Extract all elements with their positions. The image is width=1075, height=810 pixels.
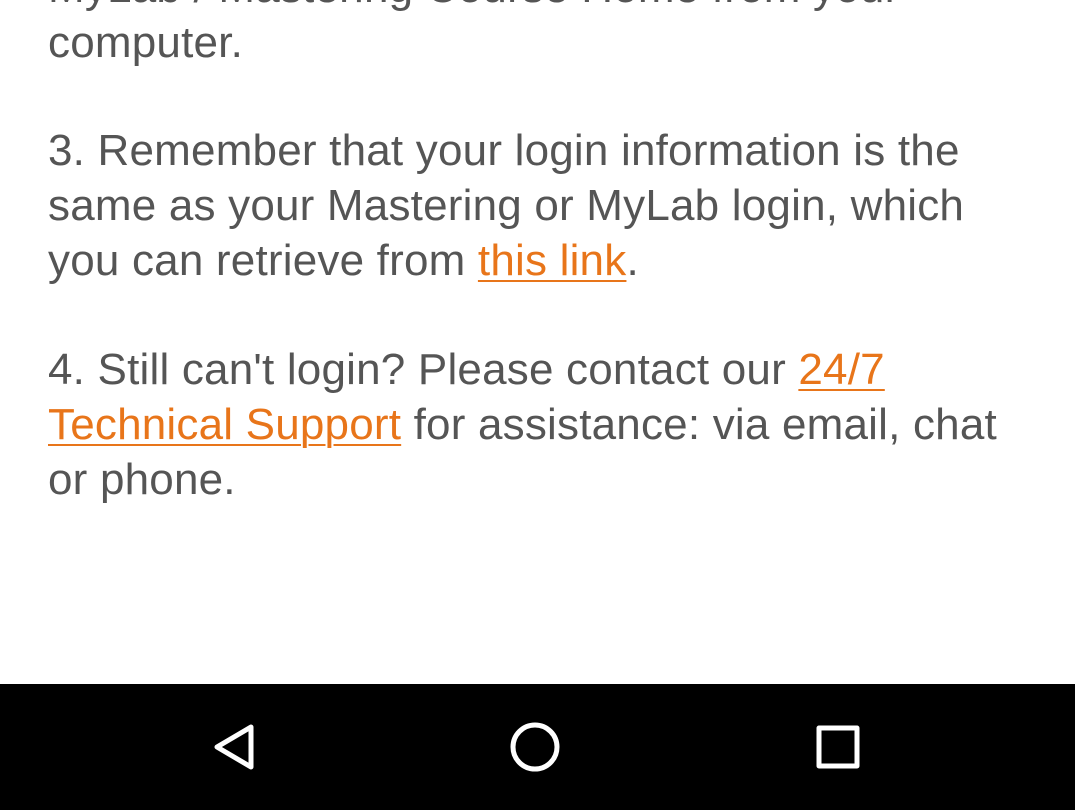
home-circle-icon: [510, 722, 560, 772]
recents-button[interactable]: [805, 714, 871, 780]
step-2-tail-line-1: MyLab / Mastering Course Home from your: [48, 0, 899, 12]
step-4-paragraph: 4. Still can't login? Please contact our…: [48, 342, 1038, 507]
recents-square-icon: [816, 725, 860, 769]
home-button[interactable]: [502, 714, 568, 780]
step-3-end: .: [626, 236, 639, 285]
step-3-paragraph: 3. Remember that your login information …: [48, 123, 1038, 288]
instructions-content: MyLab / Mastering Course Home from your …: [0, 0, 1075, 684]
back-triangle-icon: [214, 724, 254, 770]
step-4-text: 4. Still can't login? Please contact our: [48, 345, 799, 394]
step-2-tail-line-2: computer.: [48, 18, 244, 67]
this-link[interactable]: this link: [478, 236, 627, 285]
back-button[interactable]: [201, 714, 267, 780]
step-2-tail: MyLab / Mastering Course Home from your …: [48, 0, 1038, 70]
system-navigation-bar: [0, 684, 1075, 810]
